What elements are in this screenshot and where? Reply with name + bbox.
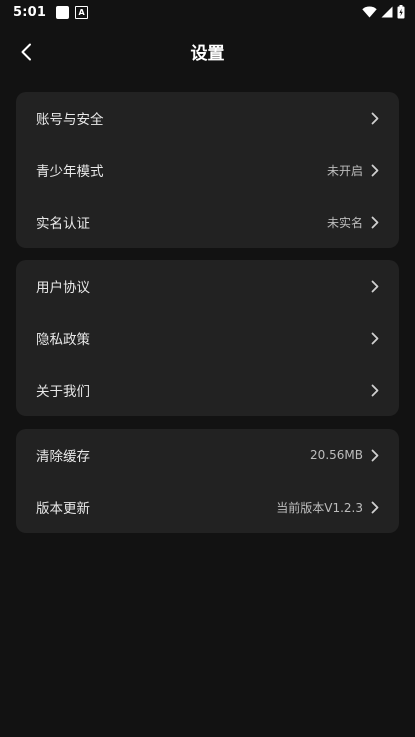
status-bar: 5:01 A [0, 0, 415, 24]
chevron-right-icon [371, 164, 379, 177]
row-label: 清除缓存 [36, 449, 90, 465]
settings-row-about-us[interactable]: 关于我们 [16, 364, 399, 416]
row-label: 用户协议 [36, 280, 90, 296]
status-bar-left: 5:01 A [13, 4, 89, 20]
row-value: 当前版本V1.2.3 [276, 500, 363, 515]
row-label: 关于我们 [36, 384, 90, 400]
row-value: 未开启 [326, 163, 363, 178]
row-label: 版本更新 [36, 501, 90, 517]
row-label: 账号与安全 [36, 112, 104, 128]
chevron-right-icon [371, 501, 379, 514]
status-time: 5:01 [13, 4, 47, 20]
settings-row-privacy-policy[interactable]: 隐私政策 [16, 312, 399, 364]
chevron-right-icon [371, 280, 379, 293]
wifi-icon [362, 6, 377, 18]
settings-group-legal: 用户协议 隐私政策 关于我们 [16, 260, 399, 416]
chevron-right-icon [371, 384, 379, 397]
status-bar-right [362, 5, 405, 19]
row-value: 未实名 [326, 215, 363, 230]
chevron-right-icon [371, 216, 379, 229]
settings-row-real-name[interactable]: 实名认证 未实名 [16, 196, 399, 248]
square-notification-icon [56, 5, 70, 19]
settings-row-clear-cache[interactable]: 清除缓存 20.56MB [16, 429, 399, 481]
settings-row-user-agreement[interactable]: 用户协议 [16, 260, 399, 312]
header: 设置 [0, 30, 415, 78]
settings-row-account-security[interactable]: 账号与安全 [16, 92, 399, 144]
settings-group-app: 清除缓存 20.56MB 版本更新 当前版本V1.2.3 [16, 429, 399, 533]
row-label: 隐私政策 [36, 332, 90, 348]
a-notification-icon: A [75, 5, 89, 19]
row-value: 20.56MB [310, 448, 363, 462]
settings-row-teen-mode[interactable]: 青少年模式 未开启 [16, 144, 399, 196]
row-label: 实名认证 [36, 216, 90, 232]
chevron-right-icon [371, 449, 379, 462]
settings-group-account: 账号与安全 青少年模式 未开启 实名认证 未实名 [16, 92, 399, 248]
settings-row-version-update[interactable]: 版本更新 当前版本V1.2.3 [16, 481, 399, 533]
row-label: 青少年模式 [36, 164, 104, 180]
chevron-right-icon [371, 332, 379, 345]
page-title: 设置 [190, 44, 225, 64]
chevron-right-icon [371, 112, 379, 125]
battery-icon [397, 5, 405, 19]
cellular-signal-icon [381, 6, 393, 18]
